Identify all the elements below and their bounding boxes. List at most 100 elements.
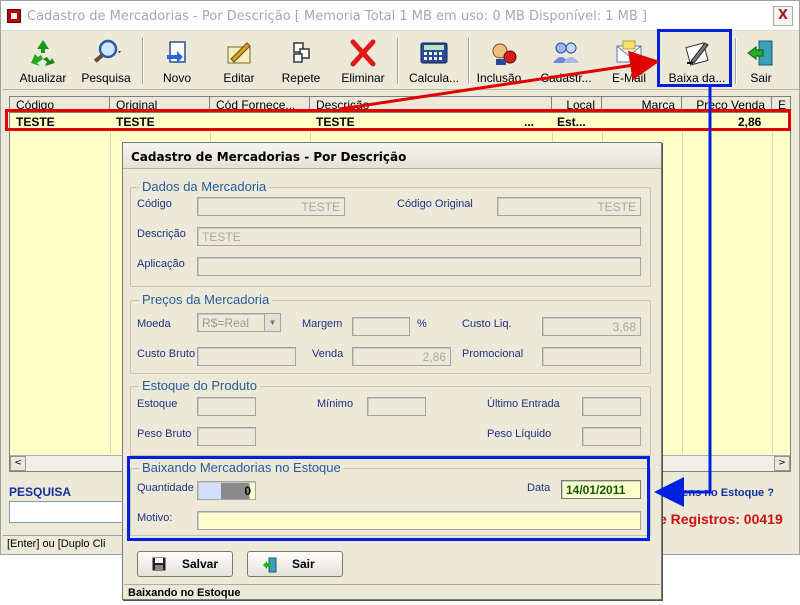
codigo-label: Código <box>137 198 172 210</box>
estoque-field[interactable] <box>197 397 256 416</box>
motivo-field[interactable] <box>197 511 641 530</box>
minimo-field[interactable] <box>367 397 426 416</box>
aplicacao-label: Aplicação <box>137 258 185 270</box>
grid-column-line <box>110 114 111 453</box>
main-status-bar: [Enter] ou [Duplo Cli <box>3 535 125 553</box>
quantidade-field[interactable]: 0 <box>197 481 256 500</box>
peso-bruto-label: Peso Bruto <box>137 428 192 440</box>
codigo-original-field[interactable]: TESTE <box>497 197 641 216</box>
email-button[interactable]: E-Mail <box>601 35 657 89</box>
baixa-estoque-label: Baixa da... <box>668 71 726 85</box>
cell-descricao: TESTE <box>316 115 355 129</box>
venda-label: Venda <box>312 348 344 360</box>
codigo-original-label: Código Original <box>397 198 473 210</box>
margem-label: Margem <box>302 318 343 330</box>
motivo-label: Motivo: <box>137 512 173 524</box>
toolbar: Atualizar Pesquisa Novo Editar Repete El… <box>3 32 799 90</box>
aplicacao-field[interactable] <box>197 257 641 276</box>
recycle-icon <box>25 37 61 69</box>
itens-estoque-question: nte Itens no Estoque ? <box>656 487 774 499</box>
pesquisa-section-label: PESQUISA <box>9 485 72 499</box>
registros-count: e Registros: 00419 <box>659 511 783 527</box>
column-header-e[interactable]: E <box>772 97 790 113</box>
red-x-icon <box>345 37 381 69</box>
cell-preco-venda: 2,86 <box>738 115 762 129</box>
cell-codigo: TESTE <box>16 115 55 129</box>
column-header-local[interactable]: Local <box>552 97 602 113</box>
toolbar-separator <box>397 38 399 84</box>
chevron-down-icon[interactable]: ▼ <box>264 314 280 331</box>
new-document-icon <box>159 37 195 69</box>
dialog-sair-label: Sair <box>292 557 315 571</box>
dialog-sair-button[interactable]: Sair <box>247 551 343 577</box>
column-header-marca[interactable]: Marca <box>602 97 682 113</box>
grid-header: Código Original Cód Fornece... Descrição… <box>10 97 790 113</box>
promocional-label: Promocional <box>462 348 524 360</box>
table-row[interactable]: TESTE TESTE TESTE ... Est... 2,86 <box>10 114 790 132</box>
eliminar-label: Eliminar <box>341 71 385 85</box>
codigo-field[interactable]: TESTE <box>197 197 345 216</box>
atualizar-button[interactable]: Atualizar <box>13 35 73 89</box>
quantidade-label: Quantidade <box>137 482 194 494</box>
dados-mercadoria-legend: Dados da Mercadoria <box>139 179 270 194</box>
dialog-status-bar: Baixando no Estoque <box>124 584 660 600</box>
atualizar-label: Atualizar <box>19 71 67 85</box>
custo-liq-label: Custo Liq. <box>462 318 512 330</box>
baixa-estoque-button[interactable]: Baixa da... <box>663 35 731 89</box>
close-button[interactable]: X <box>773 6 793 26</box>
data-label: Data <box>527 482 551 494</box>
toolbar-separator <box>142 38 144 84</box>
column-header-preco-venda[interactable]: Preço Venda <box>682 97 772 113</box>
floppy-disk-icon <box>152 557 166 571</box>
exit-door-icon <box>743 37 779 69</box>
cadastro-button[interactable]: Cadastr... <box>537 35 595 89</box>
peso-bruto-field[interactable] <box>197 427 256 446</box>
app-icon <box>7 9 21 23</box>
users-icon <box>548 37 584 69</box>
eliminar-button[interactable]: Eliminar <box>333 35 393 89</box>
novo-button[interactable]: Novo <box>151 35 203 89</box>
sair-label: Sair <box>750 71 772 85</box>
pesquisa-label: Pesquisa <box>81 71 131 85</box>
column-header-codigo[interactable]: Código <box>10 97 110 113</box>
precos-mercadoria-legend: Preços da Mercadoria <box>139 292 273 307</box>
minimo-label: Mínimo <box>317 398 354 410</box>
calculadora-button[interactable]: Calcula... <box>405 35 463 89</box>
column-header-fornecedor[interactable]: Cód Fornece... <box>210 97 310 113</box>
data-field[interactable]: 14/01/2011 <box>561 480 641 499</box>
column-header-descricao[interactable]: Descrição <box>310 97 552 113</box>
scroll-left-arrow[interactable]: < <box>10 456 26 471</box>
window-title: Cadastro de Mercadorias - Por Descrição … <box>27 9 648 24</box>
scroll-right-arrow[interactable]: > <box>774 456 790 471</box>
editar-button[interactable]: Editar <box>211 35 267 89</box>
ultimo-entrada-field[interactable] <box>582 397 641 416</box>
magnifier-icon <box>88 37 124 69</box>
inclusao-button[interactable]: Inclusão... <box>473 35 535 89</box>
venda-field[interactable]: 2,86 <box>352 347 451 366</box>
pesquisa-input[interactable] <box>9 501 127 523</box>
moeda-select[interactable]: R$=Real ▼ <box>197 313 281 332</box>
salvar-button[interactable]: Salvar <box>137 551 233 577</box>
estoque-produto-legend: Estoque do Produto <box>139 378 260 393</box>
margem-field[interactable] <box>352 317 410 336</box>
inclusion-icon <box>486 37 522 69</box>
moeda-select-value: R$=Real <box>202 316 250 330</box>
cell-local: Est... <box>557 115 586 129</box>
custo-liq-field[interactable]: 3,68 <box>542 317 641 336</box>
repete-button[interactable]: Repete <box>273 35 329 89</box>
pesquisa-button[interactable]: Pesquisa <box>75 35 137 89</box>
exit-door-icon <box>262 557 277 573</box>
moeda-label: Moeda <box>137 318 171 330</box>
title-bar: Cadastro de Mercadorias - Por Descrição … <box>1 1 799 31</box>
promocional-field[interactable] <box>542 347 641 366</box>
descricao-field[interactable]: TESTE <box>197 227 641 246</box>
cell-original: TESTE <box>116 115 155 129</box>
custo-bruto-label: Custo Bruto <box>137 348 196 360</box>
calculadora-label: Calcula... <box>408 71 460 85</box>
toolbar-separator <box>468 38 470 84</box>
email-label: E-Mail <box>611 71 646 85</box>
peso-liquido-field[interactable] <box>582 427 641 446</box>
sair-button[interactable]: Sair <box>741 35 781 89</box>
custo-bruto-field[interactable] <box>197 347 296 366</box>
column-header-original[interactable]: Original <box>110 97 210 113</box>
